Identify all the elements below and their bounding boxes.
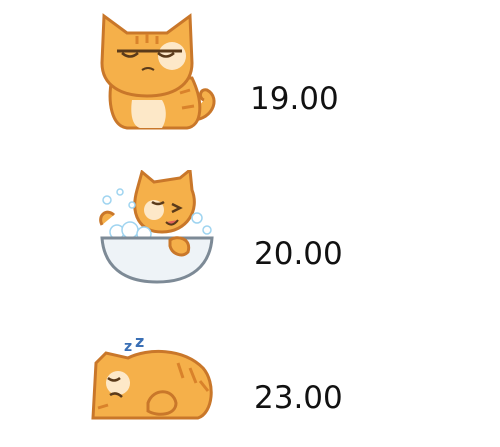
time-label: 23.00 — [254, 380, 343, 416]
svg-text:z: z — [124, 339, 132, 355]
time-label: 20.00 — [254, 236, 343, 272]
cat-sleeping-icon: z z — [91, 333, 213, 420]
svg-text:z: z — [135, 333, 144, 351]
time-label: 19.00 — [250, 81, 339, 117]
cat-bathing-icon — [99, 170, 214, 284]
cat-sitting-grumpy-icon — [100, 13, 216, 130]
